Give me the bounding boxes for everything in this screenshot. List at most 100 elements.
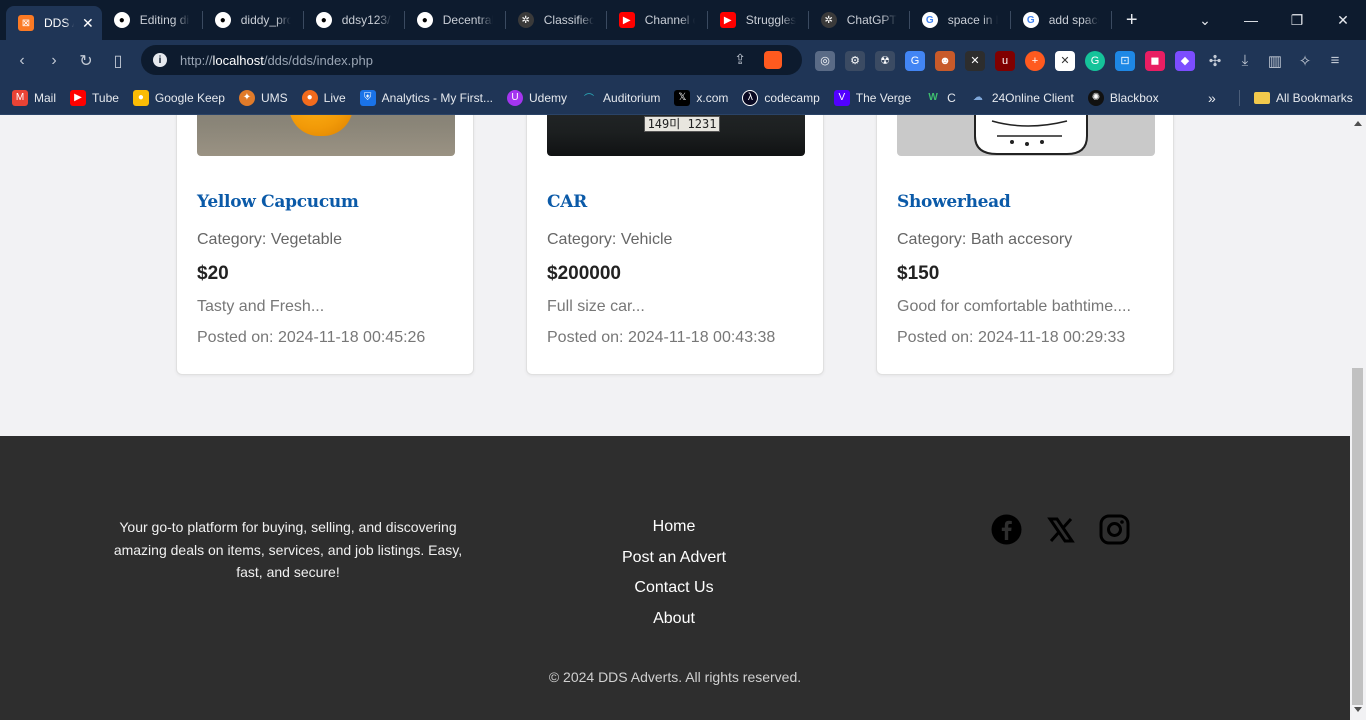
new-tab-icon[interactable]: + [1116, 4, 1148, 36]
footer-link-about[interactable]: About [574, 608, 774, 639]
tab-title: Struggles [745, 13, 796, 27]
tab-chatgpt[interactable]: ✲ ChatGPT [809, 0, 910, 40]
tab-title: Classified [543, 13, 594, 27]
extension-icon[interactable]: ☢ [875, 50, 895, 71]
footer-link-post-advert[interactable]: Post an Advert [574, 547, 774, 578]
bookmark-x[interactable]: 𝕏x.com [674, 89, 728, 106]
extension-icon[interactable]: ☻ [935, 50, 955, 71]
tab-struggles[interactable]: ▶ Struggles [708, 0, 809, 40]
listing-price: $150 [897, 263, 940, 284]
github-icon: ● [214, 12, 231, 28]
bookmark-analytics[interactable]: ⛨ Analytics - My First... [359, 89, 493, 106]
listing-card[interactable]: 149미 1231 CAR Category: Vehicle $200000 … [526, 115, 824, 375]
listing-card[interactable]: Showerhead Category: Bath accesory $150 … [876, 115, 1174, 375]
auditorium-icon: ⌒ [584, 94, 595, 105]
listing-image[interactable] [897, 115, 1155, 156]
leo-icon[interactable]: ✧ [1295, 51, 1315, 71]
brave-shields-icon[interactable] [764, 51, 782, 69]
bookmark-auditorium[interactable]: ⌒ Auditorium [581, 90, 660, 106]
listing-image[interactable] [197, 115, 455, 156]
facebook-icon[interactable] [991, 514, 1022, 545]
back-icon[interactable]: ‹ [6, 45, 38, 77]
bookmark-c[interactable]: WC [925, 90, 955, 106]
extension-icon[interactable]: ⚙ [845, 50, 865, 71]
chatgpt-icon: ✲ [820, 12, 837, 28]
bookmark-mail[interactable]: M Mail [12, 89, 56, 106]
bookmark-the-verge[interactable]: V The Verge [833, 89, 911, 106]
scrollbar-thumb[interactable] [1352, 368, 1363, 705]
footer-link-contact[interactable]: Contact Us [574, 577, 774, 608]
screenshot-icon[interactable]: ⊡ [1115, 50, 1135, 71]
extension-icon[interactable]: ✕ [1055, 50, 1075, 71]
sidebar-icon[interactable]: ▥ [1265, 51, 1285, 71]
download-icon[interactable]: ⤓ [1235, 51, 1255, 71]
bookmarks-bar: M Mail ▶ Tube ● Google Keep ✦ UMS ● Live ⛨ Ana… [0, 81, 1366, 115]
translate-icon[interactable]: G [905, 50, 925, 71]
all-bookmarks-button[interactable]: All Bookmarks [1254, 81, 1353, 115]
blackbox-icon: ✺ [1087, 89, 1104, 106]
footer-link-home[interactable]: Home [574, 516, 774, 547]
menu-icon[interactable]: ≡ [1325, 51, 1345, 71]
scroll-down-icon[interactable] [1354, 707, 1362, 712]
reload-icon[interactable]: ↻ [70, 45, 102, 77]
restore-icon[interactable]: ❐ [1274, 0, 1320, 40]
x-icon[interactable] [1045, 514, 1076, 545]
extension-icon[interactable]: ◼ [1145, 50, 1165, 71]
bookmark-blackbox[interactable]: ✺ Blackbox [1087, 89, 1159, 106]
tab-editing-diddy[interactable]: ● Editing diddy [102, 0, 203, 40]
listing-image[interactable]: 149미 1231 [547, 115, 805, 156]
more-bookmarks-icon[interactable]: » [1208, 81, 1216, 115]
share-icon[interactable]: ⇪ [734, 51, 746, 68]
instagram-icon[interactable] [1099, 514, 1130, 545]
forward-icon[interactable]: › [38, 45, 70, 77]
bookmark-live[interactable]: ● Live [301, 89, 346, 106]
scroll-up-icon[interactable] [1354, 121, 1362, 126]
minimize-icon[interactable]: — [1228, 0, 1274, 40]
address-bar[interactable]: i http://localhost/dds/dds/index.php ⇪ [141, 45, 802, 75]
tab-classified[interactable]: ✲ Classified [506, 0, 607, 40]
footer-copyright: © 2024 DDS Adverts. All rights reserved. [548, 669, 802, 685]
tab-channel-dashboard[interactable]: ▶ Channel dashboard [607, 0, 708, 40]
folder-icon [1254, 92, 1270, 104]
extension-icon[interactable]: ◎ [815, 50, 835, 71]
listing-category: Category: Bath accesory [897, 231, 1073, 248]
site-info-icon[interactable]: i [153, 53, 167, 67]
listing-card[interactable]: Yellow Capcucum Category: Vegetable $20 … [176, 115, 474, 375]
x-icon: 𝕏 [674, 89, 691, 106]
extension-icon[interactable]: ◆ [1175, 50, 1195, 71]
tab-space-in-html[interactable]: G space in html [910, 0, 1011, 40]
bookmark-udemy[interactable]: U Udemy [507, 89, 567, 106]
ublock-icon[interactable]: u [995, 50, 1015, 71]
bookmark-codecamp[interactable]: λ codecamp [742, 89, 820, 106]
grammarly-icon[interactable]: G [1085, 50, 1105, 71]
listing-category: Category: Vegetable [197, 231, 342, 248]
close-window-icon[interactable]: ✕ [1320, 0, 1366, 40]
extensions-row: ◎ ⚙ ☢ G ☻ ✕ u + ✕ G ⊡ ◼ ◆ ✣ ⤓ ▥ ✧ ≡ [815, 40, 1355, 81]
listing-title[interactable]: Yellow Capcucum [197, 192, 359, 212]
tab-title: ddsy123/DDS [341, 13, 392, 27]
tab-ddsy123[interactable]: ● ddsy123/DDS [304, 0, 405, 40]
bookmark-ums[interactable]: ✦ UMS [238, 89, 288, 106]
listing-posted-date: Posted on: 2024-11-18 00:43:38 [547, 329, 776, 346]
url-text[interactable]: http://localhost/dds/dds/index.php [180, 53, 373, 68]
tab-search-icon[interactable]: ⌄ [1182, 0, 1228, 40]
close-tab-icon[interactable]: ✕ [82, 15, 94, 32]
browser-tab-strip: ⊠ DDS Adverts ✕ ● Editing diddy ● diddy_… [0, 0, 1366, 40]
keep-icon: ● [132, 89, 149, 106]
extension-icon[interactable]: ✕ [965, 50, 985, 71]
bookmark-icon[interactable]: ▯ [102, 45, 134, 77]
listing-title[interactable]: Showerhead [897, 192, 1011, 212]
tab-dds-adverts[interactable]: ⊠ DDS Adverts ✕ [6, 6, 102, 40]
extension-icon[interactable]: + [1025, 50, 1045, 71]
page-scrollbar[interactable] [1350, 115, 1366, 720]
tab-diddy-project[interactable]: ● diddy_project [203, 0, 304, 40]
bookmark-24online[interactable]: ☁ 24Online Client [970, 90, 1074, 106]
bookmark-google-keep[interactable]: ● Google Keep [132, 89, 225, 106]
puzzle-icon[interactable]: ✣ [1205, 51, 1225, 71]
tab-add-space[interactable]: G add space [1011, 0, 1112, 40]
bookmark-tube[interactable]: ▶ Tube [70, 89, 119, 106]
shield-icon: ⛨ [359, 89, 376, 106]
tab-decentralized[interactable]: ● Decentralized [405, 0, 506, 40]
listing-title[interactable]: CAR [547, 192, 587, 212]
tab-title: DDS Adverts [44, 16, 74, 30]
